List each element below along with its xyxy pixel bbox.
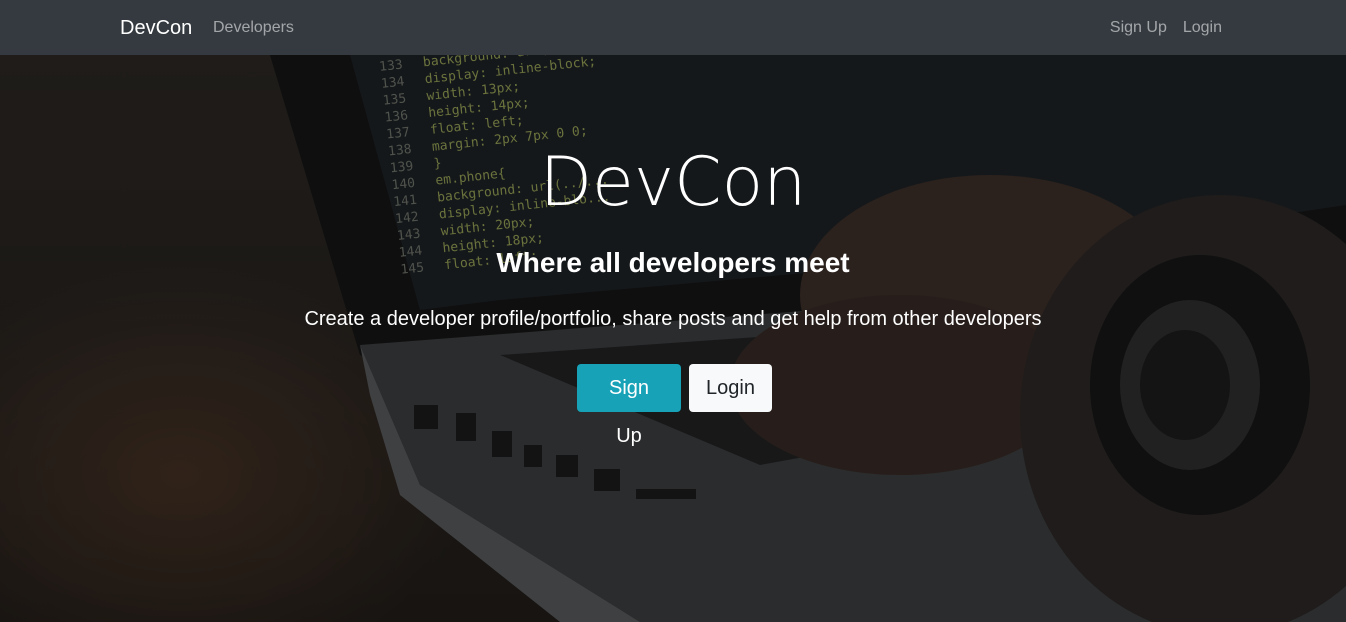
hero-title: DevCon: [539, 143, 807, 222]
nav-right-links: Sign Up Login: [1110, 17, 1222, 39]
top-navbar: DevCon Developers Sign Up Login: [0, 0, 1346, 55]
nav-signup-link[interactable]: Sign Up: [1110, 17, 1167, 39]
hero-button-group: Sign Up Login: [577, 364, 772, 447]
signup-button[interactable]: Sign Up: [577, 364, 681, 447]
hero-content: DevCon Where all developers meet Create …: [0, 55, 1346, 622]
hero-subtitle: Where all developers meet: [496, 247, 850, 278]
login-button[interactable]: Login: [689, 364, 772, 412]
brand-link[interactable]: DevCon: [120, 15, 192, 41]
nav-login-link[interactable]: Login: [1183, 17, 1222, 39]
hero-section: 133 134 135 136 137 138 139 140 141 142 …: [0, 55, 1346, 622]
nav-developers-link[interactable]: Developers: [213, 17, 294, 39]
hero-lead-text: Create a developer profile/portfolio, sh…: [304, 308, 1042, 330]
